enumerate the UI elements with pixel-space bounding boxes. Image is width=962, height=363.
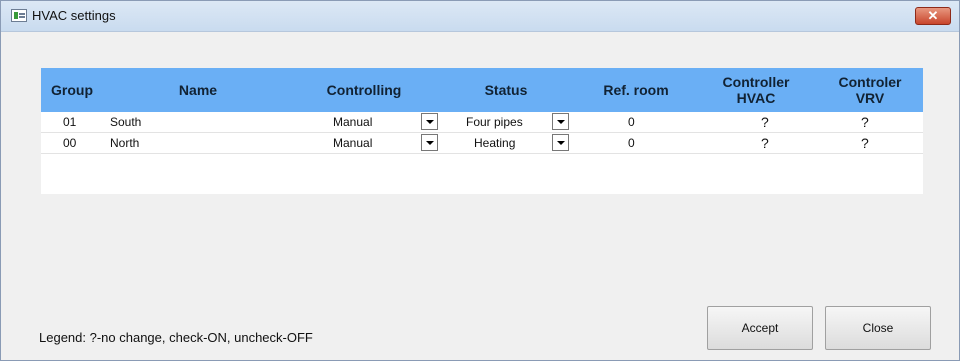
group-cell: 01	[63, 115, 77, 129]
chevron-down-icon[interactable]	[552, 134, 569, 151]
hvac-settings-window: HVAC settings ✕ Group Name Controlling S…	[0, 0, 960, 361]
ref-room-cell[interactable]: 0	[628, 133, 635, 153]
column-header-ref-room: Ref. room	[603, 82, 669, 98]
column-header-group: Group	[51, 82, 93, 98]
title-bar[interactable]: HVAC settings ✕	[1, 1, 959, 32]
window-title: HVAC settings	[32, 8, 116, 23]
group-cell: 00	[63, 136, 77, 150]
controlling-value[interactable]: Manual	[333, 133, 372, 153]
controller-hvac-check[interactable]: ?	[761, 112, 769, 132]
grid-header: Group Name Controlling Status Ref. room …	[41, 68, 923, 112]
column-header-controller-vrv: Controler VRV	[838, 74, 902, 106]
chevron-down-icon[interactable]	[552, 113, 569, 130]
legend-text: Legend: ?-no change, check-ON, uncheck-O…	[39, 330, 313, 345]
status-value[interactable]: Heating	[474, 133, 515, 153]
chevron-down-icon[interactable]	[421, 113, 438, 130]
status-value[interactable]: Four pipes	[466, 112, 523, 132]
controlling-value[interactable]: Manual	[333, 112, 372, 132]
hvac-grid: Group Name Controlling Status Ref. room …	[41, 68, 923, 194]
column-header-controlling: Controlling	[326, 82, 402, 98]
controller-vrv-check[interactable]: ?	[861, 112, 869, 132]
close-button[interactable]: Close	[825, 306, 931, 350]
chevron-down-icon[interactable]	[421, 134, 438, 151]
window-app-icon	[11, 9, 27, 22]
controller-vrv-check[interactable]: ?	[861, 133, 869, 153]
table-row[interactable]: 01 South Manual Four pipes 0 ? ?	[41, 112, 923, 133]
table-row[interactable]: 00 North Manual Heating 0 ? ?	[41, 133, 923, 154]
accept-button[interactable]: Accept	[707, 306, 813, 350]
controller-hvac-check[interactable]: ?	[761, 133, 769, 153]
name-cell[interactable]: South	[110, 112, 141, 132]
ref-room-cell[interactable]: 0	[628, 112, 635, 132]
column-header-controller-hvac: Controller HVAC	[722, 74, 790, 106]
close-icon[interactable]: ✕	[915, 7, 951, 25]
dialog-body: Group Name Controlling Status Ref. room …	[1, 32, 959, 360]
column-header-name: Name	[178, 82, 218, 98]
name-cell[interactable]: North	[110, 133, 139, 153]
column-header-status: Status	[484, 82, 528, 98]
